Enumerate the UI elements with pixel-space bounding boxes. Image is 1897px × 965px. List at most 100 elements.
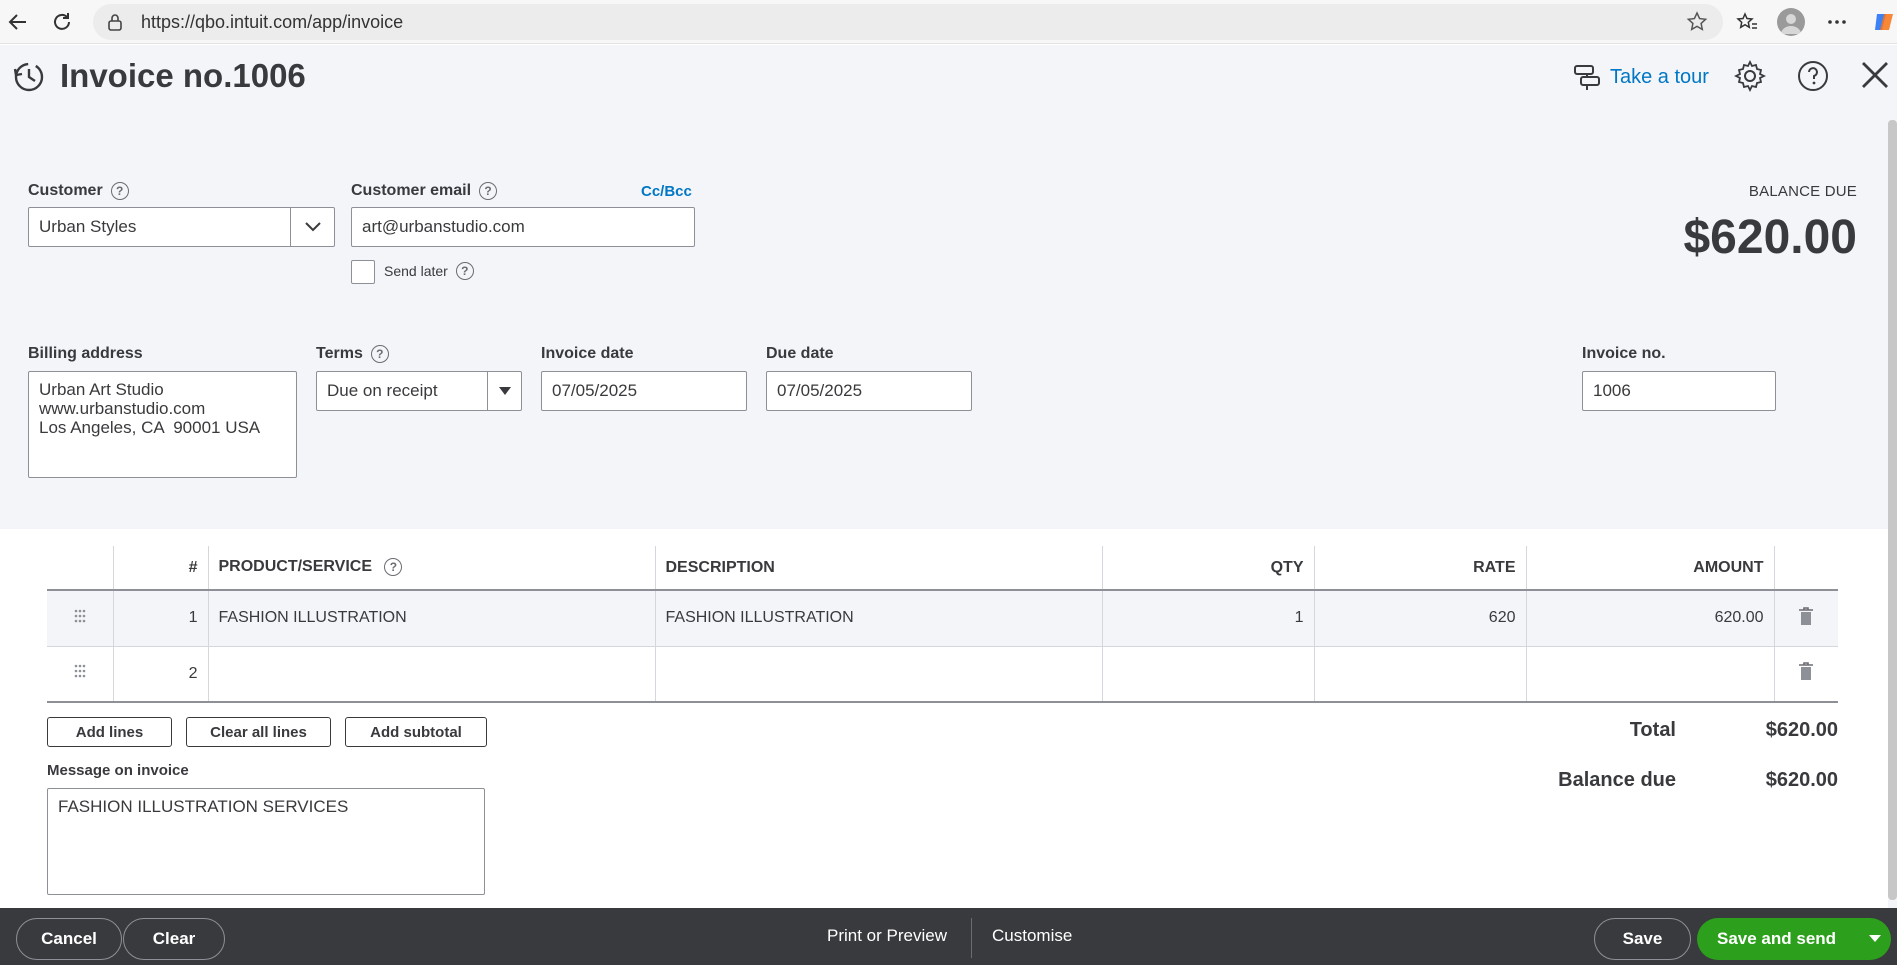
email-help-icon[interactable]: ? — [479, 182, 498, 200]
balance-due-total-label: Balance due — [1558, 769, 1676, 791]
invoice-date-value: 07/05/2025 — [552, 381, 638, 400]
add-subtotal-button[interactable]: Add subtotal — [345, 717, 487, 747]
amount-cell[interactable]: 620.00 — [1526, 590, 1775, 647]
send-later-label: Send later — [384, 263, 448, 279]
cc-bcc-link[interactable]: Cc/Bcc — [641, 183, 692, 200]
product-header-text: PRODUCT/SERVICE — [218, 558, 373, 576]
take-tour-label: Take a tour — [1610, 65, 1709, 88]
cancel-button[interactable]: Cancel — [16, 918, 122, 960]
delete-column-header — [1774, 546, 1838, 591]
drag-handle-icon[interactable] — [47, 646, 114, 703]
favorites-icon[interactable] — [1735, 10, 1759, 34]
save-and-send-label: Save and send — [1717, 929, 1837, 948]
due-date-value: 07/05/2025 — [777, 381, 863, 400]
scrollbar[interactable] — [1888, 120, 1897, 900]
due-date-label: Due date — [766, 345, 834, 362]
customer-email-label-text: Customer email — [351, 182, 472, 199]
recent-transactions-icon[interactable] — [12, 60, 46, 99]
customer-label: Customer ? — [28, 182, 129, 200]
invoice-no-label: Invoice no. — [1582, 345, 1666, 362]
customer-help-icon[interactable]: ? — [110, 182, 129, 200]
amount-cell[interactable] — [1526, 646, 1775, 703]
more-menu-icon[interactable] — [1825, 10, 1849, 34]
drag-handle-icon[interactable] — [47, 590, 114, 647]
back-icon[interactable] — [6, 10, 30, 34]
copilot-icon[interactable] — [1872, 10, 1896, 34]
customer-select[interactable]: Urban Styles — [28, 207, 335, 247]
browser-toolbar: https://qbo.intuit.com/app/invoice — [0, 0, 1897, 44]
clear-all-lines-button[interactable]: Clear all lines — [186, 717, 331, 747]
table-header-row: # PRODUCT/SERVICE ? DESCRIPTION QTY RATE… — [47, 546, 1838, 591]
customer-value: Urban Styles — [39, 217, 137, 236]
caret-down-icon[interactable] — [487, 372, 521, 410]
favorite-star-icon[interactable] — [1685, 10, 1709, 39]
signpost-icon — [1574, 65, 1600, 90]
reload-icon[interactable] — [50, 10, 74, 34]
send-later-help-icon[interactable]: ? — [455, 262, 474, 280]
add-lines-button[interactable]: Add lines — [47, 717, 172, 747]
drag-column-header — [47, 546, 114, 591]
product-help-icon[interactable]: ? — [384, 558, 403, 577]
table-row[interactable]: 2 — [47, 646, 1838, 703]
print-or-preview-link[interactable]: Print or Preview — [827, 926, 947, 946]
invoice-date-label: Invoice date — [541, 345, 634, 362]
terms-value: Due on receipt — [327, 381, 438, 400]
settings-gear-icon[interactable] — [1733, 59, 1767, 97]
rate-column-header: RATE — [1314, 546, 1527, 591]
send-later-checkbox[interactable] — [351, 260, 375, 284]
invoice-no-value: 1006 — [1593, 381, 1631, 400]
lock-icon[interactable] — [103, 10, 127, 34]
terms-select[interactable]: Due on receipt — [316, 371, 522, 411]
number-column-header: # — [113, 546, 209, 591]
billing-address-field[interactable]: Urban Art Studio www.urbanstudio.com Los… — [28, 371, 297, 478]
customer-label-text: Customer — [28, 182, 103, 199]
qty-cell[interactable] — [1102, 646, 1315, 703]
page-title: Invoice no.1006 — [60, 57, 306, 94]
clear-button[interactable]: Clear — [123, 918, 225, 960]
terms-help-icon[interactable]: ? — [370, 345, 389, 363]
row-number: 1 — [113, 590, 209, 647]
url-text[interactable]: https://qbo.intuit.com/app/invoice — [141, 12, 403, 33]
trash-icon[interactable] — [1774, 646, 1838, 703]
description-cell[interactable] — [655, 646, 1103, 703]
qty-cell[interactable]: 1 — [1102, 590, 1315, 647]
balance-due-amount: $620.00 — [1683, 211, 1857, 264]
description-cell[interactable]: FASHION ILLUSTRATION — [655, 590, 1103, 647]
invoice-no-field[interactable]: 1006 — [1582, 371, 1776, 411]
address-bar[interactable]: https://qbo.intuit.com/app/invoice — [93, 4, 1723, 40]
save-and-send-button[interactable]: Save and send — [1697, 918, 1891, 960]
terms-label-text: Terms — [316, 345, 363, 362]
terms-label: Terms ? — [316, 345, 389, 363]
help-icon[interactable] — [1797, 60, 1829, 97]
close-icon[interactable] — [1860, 60, 1890, 95]
invoice-date-field[interactable]: 07/05/2025 — [541, 371, 747, 411]
description-column-header: DESCRIPTION — [655, 546, 1103, 591]
product-column-header: PRODUCT/SERVICE ? — [208, 546, 656, 591]
rate-cell[interactable]: 620 — [1314, 590, 1527, 647]
take-tour-link[interactable]: Take a tour — [1572, 62, 1709, 92]
message-on-invoice-field[interactable]: FASHION ILLUSTRATION SERVICES — [47, 788, 485, 895]
total-label: Total — [1629, 719, 1676, 741]
product-cell[interactable] — [208, 646, 656, 703]
customer-email-label: Customer email ? — [351, 182, 498, 200]
message-on-invoice-label: Message on invoice — [47, 762, 189, 779]
table-row[interactable]: 1 FASHION ILLUSTRATION FASHION ILLUSTRAT… — [47, 590, 1838, 647]
footer-divider — [971, 918, 972, 958]
save-button[interactable]: Save — [1594, 918, 1691, 960]
billing-address-label: Billing address — [28, 345, 143, 362]
row-number: 2 — [113, 646, 209, 703]
rate-cell[interactable] — [1314, 646, 1527, 703]
total-value: $620.00 — [1765, 719, 1838, 741]
due-date-field[interactable]: 07/05/2025 — [766, 371, 972, 411]
line-items-table: # PRODUCT/SERVICE ? DESCRIPTION QTY RATE… — [47, 546, 1838, 703]
qty-column-header: QTY — [1102, 546, 1315, 591]
save-send-dropdown-icon[interactable] — [1869, 935, 1881, 942]
customer-email-value: art@urbanstudio.com — [362, 217, 525, 236]
profile-avatar-icon[interactable] — [1777, 8, 1805, 36]
customise-link[interactable]: Customise — [992, 926, 1072, 946]
trash-icon[interactable] — [1774, 590, 1838, 647]
chevron-down-icon[interactable] — [290, 208, 334, 246]
product-cell[interactable]: FASHION ILLUSTRATION — [208, 590, 656, 647]
customer-email-field[interactable]: art@urbanstudio.com — [351, 207, 695, 247]
footer-bar: Cancel Clear Print or Preview Customise … — [0, 908, 1897, 965]
